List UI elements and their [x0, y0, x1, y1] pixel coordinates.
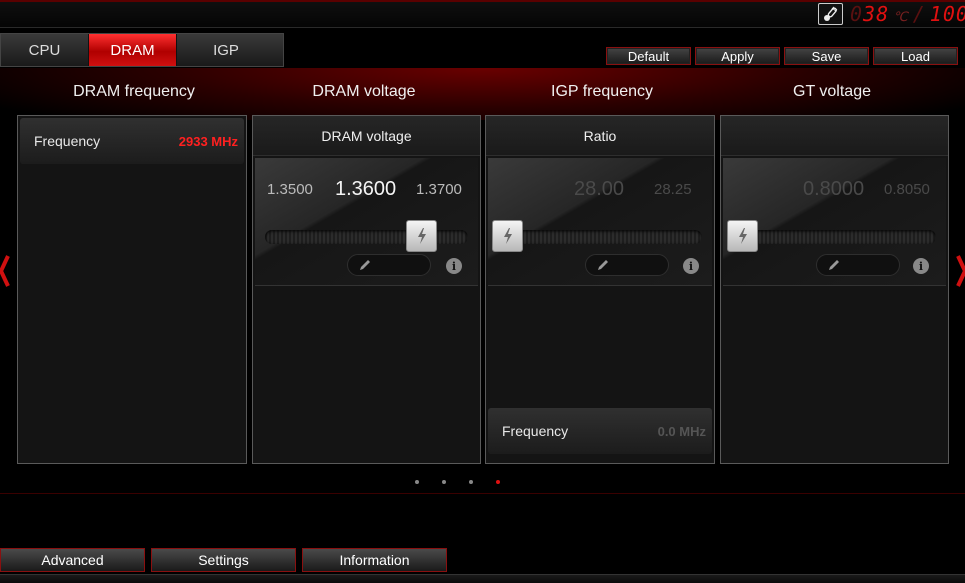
igp-ratio-header: Ratio — [486, 116, 714, 156]
dram-voltage-current: 1.3600 — [335, 178, 397, 200]
dram-voltage-next: 1.3700 — [416, 181, 462, 198]
apply-button[interactable]: Apply — [695, 47, 780, 65]
gt-voltage-next: 0.8050 — [884, 181, 930, 198]
tab-cpu[interactable]: CPU — [1, 34, 89, 66]
bottom-separator — [0, 493, 965, 494]
dram-voltage-prev: 1.3500 — [267, 181, 313, 198]
gt-voltage-edit-field[interactable] — [816, 254, 900, 276]
dram-voltage-header: DRAM voltage — [253, 116, 480, 156]
information-button[interactable]: Information — [302, 548, 447, 572]
tab-dram[interactable]: DRAM — [89, 34, 177, 66]
page-dot-2[interactable] — [442, 480, 446, 484]
dram-voltage-edit-field[interactable] — [347, 254, 431, 276]
page-dot-4[interactable] — [496, 480, 500, 484]
bottom-bar — [0, 574, 965, 583]
temp-unit: ℃ — [893, 10, 909, 25]
save-button[interactable]: Save — [784, 47, 869, 65]
default-button[interactable]: Default — [606, 47, 691, 65]
lightning-icon[interactable] — [727, 220, 758, 252]
arrow-right-icon[interactable] — [956, 254, 965, 288]
pencil-icon — [829, 260, 839, 270]
temp-dim-digit: 0 — [850, 2, 864, 26]
dram-voltage-panel: DRAM voltage 1.3500 1.3600 1.3700 i — [252, 115, 481, 464]
thermometer-icon[interactable] — [818, 3, 843, 25]
bottom-nav: Advanced Settings Information — [0, 548, 447, 572]
temp-value: 38 — [863, 2, 890, 26]
gt-voltage-slider-track[interactable] — [733, 230, 936, 244]
dram-frequency-title: DRAM frequency — [73, 83, 195, 100]
dram-frequency-label: Frequency — [34, 133, 101, 149]
page-dot-1[interactable] — [415, 480, 419, 484]
lightning-icon[interactable] — [406, 220, 437, 252]
gt-voltage-current: 0.8000 — [803, 178, 865, 200]
arrow-left-icon[interactable] — [0, 254, 10, 288]
info-icon[interactable]: i — [446, 258, 462, 274]
igp-frequency-title: IGP frequency — [551, 83, 653, 100]
advanced-button[interactable]: Advanced — [0, 548, 145, 572]
page-indicator — [415, 480, 500, 484]
pencil-icon — [598, 260, 608, 270]
info-icon[interactable]: i — [913, 258, 929, 274]
top-accent-line — [0, 0, 965, 2]
temp-max: 100 — [929, 2, 965, 26]
lightning-icon[interactable] — [492, 220, 523, 252]
dram-frequency-row[interactable]: Frequency 2933 MHz — [20, 118, 244, 164]
dram-voltage-slider-track[interactable] — [265, 230, 468, 244]
temp-separator: / — [912, 2, 926, 26]
category-tabs: CPU DRAM IGP — [0, 33, 284, 67]
gt-voltage-slider-card: 0.8000 0.8050 i — [723, 158, 946, 286]
igp-ratio-edit-field[interactable] — [585, 254, 669, 276]
dram-frequency-panel: Frequency 2933 MHz — [17, 115, 247, 464]
page-dot-3[interactable] — [469, 480, 473, 484]
igp-ratio-slider-track[interactable] — [498, 230, 702, 244]
action-buttons: Default Apply Save Load — [606, 47, 958, 65]
dram-voltage-title: DRAM voltage — [312, 83, 416, 100]
gt-voltage-panel: 0.8000 0.8050 i — [720, 115, 949, 464]
gt-voltage-title: GT voltage — [793, 83, 871, 100]
igp-ratio-slider-card: 28.00 28.25 i — [488, 158, 712, 286]
load-button[interactable]: Load — [873, 47, 958, 65]
igp-ratio-current: 28.00 — [574, 178, 625, 200]
igp-frequency-label: Frequency — [502, 423, 569, 439]
settings-button[interactable]: Settings — [151, 548, 296, 572]
gt-voltage-header — [721, 116, 948, 156]
tab-igp[interactable]: IGP — [177, 34, 275, 66]
cpu-temperature-readout: 038 ℃ / 100 ° — [850, 2, 965, 26]
igp-frequency-panel: Ratio 28.00 28.25 i Frequency 0.0 MHz — [485, 115, 715, 464]
dram-frequency-value: 2933 MHz — [178, 133, 238, 149]
igp-frequency-row[interactable]: Frequency 0.0 MHz — [488, 408, 712, 454]
dram-voltage-slider-card: 1.3500 1.3600 1.3700 i — [255, 158, 478, 286]
top-bar: 038 ℃ / 100 ° — [0, 0, 965, 28]
igp-frequency-value: 0.0 MHz — [657, 423, 706, 439]
igp-ratio-next: 28.25 — [654, 181, 692, 198]
pencil-icon — [360, 260, 370, 270]
info-icon[interactable]: i — [683, 258, 699, 274]
